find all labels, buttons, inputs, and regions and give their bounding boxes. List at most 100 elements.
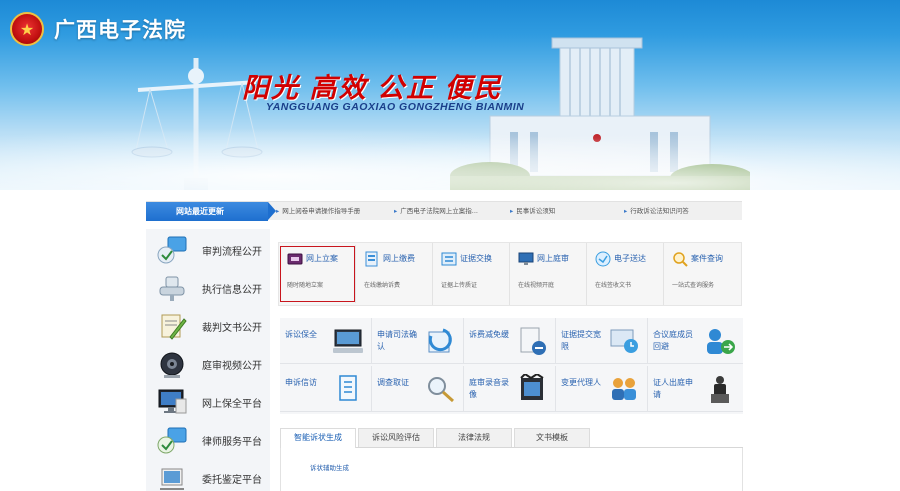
appraisal-platform-icon (160, 468, 184, 490)
witness-icon (711, 376, 729, 403)
feature-label: 变更代理人 (561, 378, 601, 387)
judgment-document-icon (161, 314, 187, 340)
tab-panel: 诉状辅助生成 (280, 448, 743, 491)
sidebar-item-judgment-document[interactable]: 裁判文书公开 (146, 307, 270, 345)
feature-label: 庭审录音录像 (469, 378, 509, 399)
news-item[interactable]: ▸ 广西电子法院网上立案指... (394, 202, 478, 221)
feature-label: 诉讼保全 (285, 330, 317, 339)
court-emblem-icon: ★ (10, 12, 44, 46)
feature-label: 合议庭成员回避 (653, 330, 693, 351)
page: ★ 广西电子法院 阳光 高效 公正 便民 YANGGUANG GAOXIAO G… (0, 0, 900, 491)
service-online-filing[interactable]: 网上立案 随时随地立案 (279, 245, 356, 303)
panel-recusal-icon (707, 329, 735, 354)
service-title: 证据交换 (460, 254, 492, 263)
site-brand[interactable]: ★ 广西电子法院 (10, 12, 186, 46)
feature-label: 诉费减免缓 (469, 330, 509, 339)
sidebar-item-label: 律师服务平台 (202, 437, 262, 448)
news-item-link[interactable]: 广西电子法院网上立案指... (400, 207, 478, 215)
evidence-exchange-icon (441, 252, 457, 266)
service-electronic-delivery[interactable]: 电子送达 在线签收文书 (587, 243, 664, 305)
feature-judicial-confirmation[interactable]: 申请司法确认 (372, 318, 464, 364)
tab-laws-regulations[interactable]: 法律法规 (436, 428, 512, 447)
feature-label: 证据提交宽限 (561, 330, 601, 351)
sidebar-item-appraisal-platform[interactable]: 委托鉴定平台 (146, 459, 270, 491)
sidebar-item-label: 执行信息公开 (202, 285, 262, 296)
complaint-assist-link[interactable]: 诉状辅助生成 (310, 462, 349, 472)
cloud-decoration (0, 120, 900, 190)
sidebar-item-trial-process[interactable]: 审判流程公开 (146, 231, 270, 269)
service-desc: 一站式查询服务 (672, 282, 715, 289)
feature-label: 申请司法确认 (377, 330, 417, 351)
sidebar-item-label: 庭审视频公开 (202, 361, 262, 372)
service-desc: 在线缴纳诉费 (364, 282, 401, 289)
service-tiles: 网上立案 随时随地立案 网上缴费 在线缴纳诉费 证据交换 证据上传质证 网上庭审… (278, 242, 742, 306)
news-item-link[interactable]: 网上阅卷申请操作指导手册 (282, 207, 360, 215)
sidebar-item-label: 审判流程公开 (202, 247, 262, 258)
site-title: 广西电子法院 (54, 19, 186, 42)
feature-change-agent[interactable]: 变更代理人 (556, 366, 648, 412)
bullet-icon: ▸ (510, 207, 514, 215)
sidebar-item-online-preservation[interactable]: 网上保全平台 (146, 383, 270, 421)
sidebar-item-trial-video[interactable]: 庭审视频公开 (146, 345, 270, 383)
service-title: 网上立案 (306, 254, 338, 263)
slogan-pinyin: YANGGUANG GAOXIAO GONGZHENG BIANMIN (266, 101, 525, 113)
service-case-query[interactable]: 案件查询 一站式查询服务 (664, 243, 741, 305)
feature-witness[interactable]: 证人出庭申请 (648, 366, 743, 412)
sidebar-item-lawyer-service[interactable]: 律师服务平台 (146, 421, 270, 459)
feature-label: 申诉信访 (285, 378, 317, 387)
news-item[interactable]: ▸ 民事诉讼须知 (510, 202, 555, 221)
news-item[interactable]: ▸ 网上阅卷申请操作指导手册 (276, 202, 360, 221)
news-item-link[interactable]: 民事诉讼须知 (516, 207, 555, 215)
evidence-extension-icon (610, 329, 638, 353)
trial-process-icon (157, 236, 187, 264)
feature-petition[interactable]: 申诉信访 (280, 366, 372, 412)
tab-risk-assessment[interactable]: 诉讼风险评估 (358, 428, 434, 447)
online-payment-icon (365, 251, 378, 267)
investigation-icon (428, 377, 455, 403)
bullet-icon: ▸ (276, 207, 280, 215)
feature-fee-reduction[interactable]: 诉费减免缓 (464, 318, 556, 364)
feature-grid: 诉讼保全 申请司法确认 诉费减免缓 证据提交宽限 合议庭成员回避 申诉信访 调查… (280, 318, 743, 414)
online-preservation-icon (158, 389, 187, 414)
service-title: 案件查询 (691, 254, 723, 263)
feature-litigation-preservation[interactable]: 诉讼保全 (280, 318, 372, 364)
service-evidence-exchange[interactable]: 证据交换 证据上传质证 (433, 243, 510, 305)
online-trial-icon (518, 252, 534, 265)
feature-label: 证人出庭申请 (653, 378, 693, 399)
feature-recording[interactable]: 庭审录音录像 (464, 366, 556, 412)
tab-document-templates[interactable]: 文书模板 (514, 428, 590, 447)
service-desc: 在线签收文书 (595, 282, 632, 289)
service-desc: 随时随地立案 (287, 282, 324, 289)
service-online-payment[interactable]: 网上缴费 在线缴纳诉费 (356, 243, 433, 305)
service-desc: 在线视频开庭 (518, 282, 555, 289)
electronic-delivery-icon (595, 251, 611, 267)
sidebar-item-label: 网上保全平台 (202, 399, 262, 410)
feature-label: 调查取证 (377, 378, 409, 387)
trial-video-icon (160, 352, 184, 378)
sidebar-item-execution-info[interactable]: 执行信息公开 (146, 269, 270, 307)
service-online-trial[interactable]: 网上庭审 在线视频开庭 (510, 243, 587, 305)
judicial-confirmation-icon (428, 328, 452, 353)
change-agent-icon (612, 378, 636, 400)
execution-info-icon (159, 276, 185, 301)
recording-icon (520, 374, 544, 400)
sidebar-item-label: 裁判文书公开 (202, 323, 262, 334)
header-banner: ★ 广西电子法院 阳光 高效 公正 便民 YANGGUANG GAOXIAO G… (0, 0, 900, 190)
slogan: 阳光 高效 公正 便民 (242, 73, 503, 103)
sidebar-item-label: 委托鉴定平台 (202, 475, 262, 486)
petition-icon (339, 375, 357, 401)
tool-tabs: 智能诉状生成 诉讼风险评估 法律法规 文书模板 (280, 428, 743, 448)
news-item[interactable]: ▸ 行政诉讼法知识问答 (624, 202, 689, 221)
news-item-link[interactable]: 行政诉讼法知识问答 (630, 207, 689, 215)
feature-panel-recusal[interactable]: 合议庭成员回避 (648, 318, 743, 364)
service-desc: 证据上传质证 (441, 282, 478, 289)
feature-evidence-extension[interactable]: 证据提交宽限 (556, 318, 648, 364)
tab-smart-complaint[interactable]: 智能诉状生成 (280, 428, 356, 448)
bullet-icon: ▸ (624, 207, 628, 215)
lawyer-service-icon (157, 427, 187, 454)
service-title: 网上缴费 (383, 254, 415, 263)
news-ticker-label: 网站最近更新 (146, 202, 276, 221)
feature-investigation[interactable]: 调查取证 (372, 366, 464, 412)
litigation-preservation-icon (333, 329, 363, 353)
service-title: 电子送达 (614, 254, 646, 263)
